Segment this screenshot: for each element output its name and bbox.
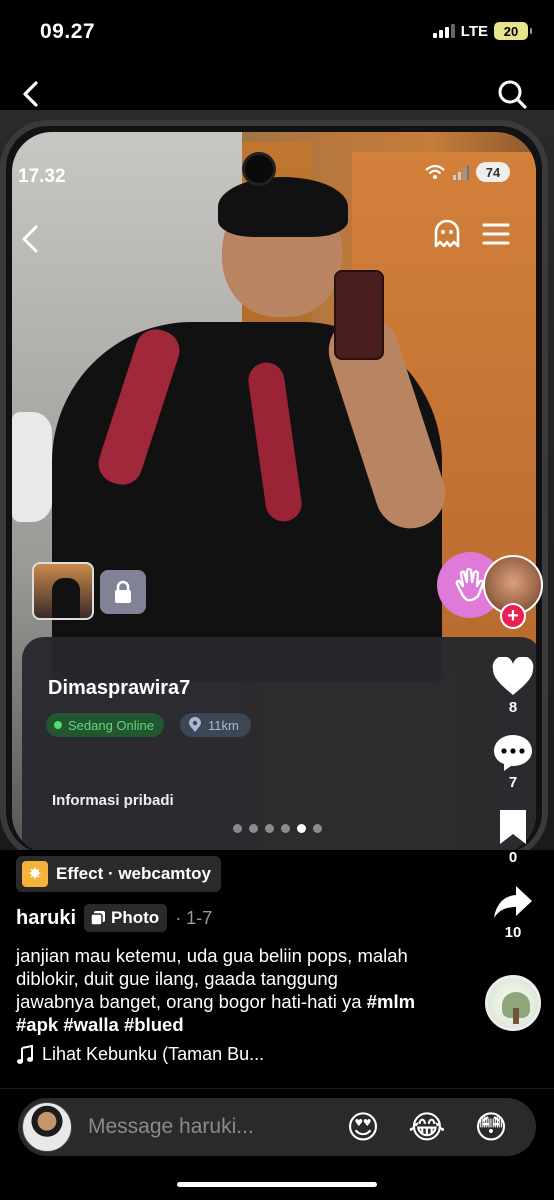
photo-pager [233, 824, 322, 833]
top-nav [0, 72, 554, 116]
distance-chip: 11km [180, 713, 251, 737]
flushed-emoji-button[interactable]: 😳 [472, 1108, 510, 1146]
music-row[interactable]: Lihat Kebunku (Taman Bu... [16, 1044, 264, 1065]
profile-card: Dimasprawira7 Sedang Online 11km Informa… [22, 637, 536, 850]
locked-photo-thumbnail [100, 570, 146, 614]
heart-eyes-emoji-button[interactable]: 😍 [344, 1108, 382, 1146]
heart-icon[interactable] [491, 657, 535, 697]
online-dot-icon [54, 721, 62, 729]
cellular-signal-icon [432, 24, 455, 38]
online-status-label: Sedang Online [68, 717, 155, 733]
photographed-phone: 17.32 74 Dimasprawira7 Sedang Online 11k… [0, 120, 548, 850]
author-avatar-wrap: + [483, 555, 543, 629]
network-type: LTE [460, 22, 488, 40]
photographed-screen: 17.32 74 Dimasprawira7 Sedang Online 11k… [12, 132, 536, 850]
share-icon[interactable] [492, 882, 534, 922]
status-bar: 09.27 LTE 20 [0, 0, 554, 64]
location-pin-icon [189, 717, 201, 732]
divider [0, 1088, 554, 1089]
photo-stack-icon [90, 911, 106, 926]
distance-label: 11km [208, 717, 239, 733]
inner-battery-level: 74 [485, 164, 501, 180]
like-action[interactable]: 8 [491, 657, 535, 716]
urinal [12, 412, 52, 522]
hashtag-link[interactable]: #blued [124, 1014, 184, 1035]
follow-button[interactable]: + [500, 603, 526, 629]
laughing-emoji-button[interactable]: 😂 [408, 1108, 446, 1146]
share-count: 10 [504, 924, 522, 941]
share-action[interactable]: 10 [492, 882, 534, 941]
menu-icon [482, 223, 510, 245]
pager-dot[interactable] [313, 824, 322, 833]
person-hair [218, 177, 348, 237]
inner-status-icons: 74 [424, 162, 510, 182]
cellular-signal-icon [453, 165, 469, 180]
status-icons: LTE 20 [432, 22, 532, 40]
effect-label: Effect · webcamtoy [56, 864, 211, 883]
sparkle-icon: ✸ [22, 861, 48, 887]
hashtag-link[interactable]: #mlm [367, 991, 415, 1012]
profile-thumbnail [32, 562, 94, 620]
effect-chip[interactable]: ✸ Effect · webcamtoy [16, 856, 221, 892]
pager-dot-active[interactable] [297, 824, 306, 833]
ghost-icon [434, 219, 460, 248]
like-count: 8 [508, 699, 518, 716]
music-title: Lihat Kebunku (Taman Bu... [42, 1044, 265, 1064]
status-time: 09.27 [40, 20, 96, 43]
pager-dot[interactable] [249, 824, 258, 833]
save-count: 0 [508, 849, 518, 866]
pager-dot[interactable] [233, 824, 242, 833]
profile-name: Dimasprawira7 [48, 677, 191, 699]
action-rail: + 8 7 0 10 [482, 555, 544, 1031]
pager-dot[interactable] [265, 824, 274, 833]
battery-level: 20 [503, 23, 519, 39]
held-phone [334, 270, 384, 360]
back-arrow-icon[interactable] [16, 78, 48, 110]
online-status-chip: Sedang Online [46, 713, 165, 737]
message-input[interactable]: Message haruki... [88, 1115, 344, 1139]
hashtag-link[interactable]: #walla [63, 1014, 119, 1035]
personal-info-label: Informasi pribadi [52, 792, 174, 809]
author-row: haruki Photo · 1-7 [16, 902, 212, 934]
inner-battery-icon: 74 [476, 162, 510, 182]
home-indicator [177, 1182, 377, 1187]
wifi-icon [425, 164, 445, 179]
search-icon[interactable] [496, 78, 528, 110]
inner-status-time: 17.32 [18, 166, 66, 187]
message-bar[interactable]: Message haruki... 😍 😂 😳 [18, 1098, 536, 1156]
user-avatar [22, 1102, 72, 1152]
save-action[interactable]: 0 [496, 807, 530, 866]
post-date: · 1-7 [175, 907, 213, 928]
comment-action[interactable]: 7 [492, 732, 534, 791]
comment-count: 7 [508, 774, 518, 791]
hashtag-link[interactable]: #apk [16, 1014, 58, 1035]
music-disc[interactable] [485, 975, 541, 1031]
inner-back-arrow-icon [22, 225, 38, 253]
caption-text: janjian mau ketemu, uda gua beliin pops,… [16, 945, 408, 1012]
photo-type-chip: Photo [84, 904, 168, 932]
pager-dot[interactable] [281, 824, 290, 833]
front-camera-icon [242, 152, 276, 186]
music-note-icon [17, 1044, 33, 1064]
lock-icon [115, 580, 131, 603]
post-caption: janjian mau ketemu, uda gua beliin pops,… [16, 944, 416, 1036]
author-name[interactable]: haruki [16, 907, 76, 930]
photo-type-label: Photo [111, 908, 160, 927]
comment-icon[interactable] [492, 732, 534, 772]
bookmark-icon[interactable] [496, 807, 530, 847]
battery-icon: 20 [494, 22, 532, 40]
post-photo[interactable]: 17.32 74 Dimasprawira7 Sedang Online 11k… [0, 110, 554, 850]
